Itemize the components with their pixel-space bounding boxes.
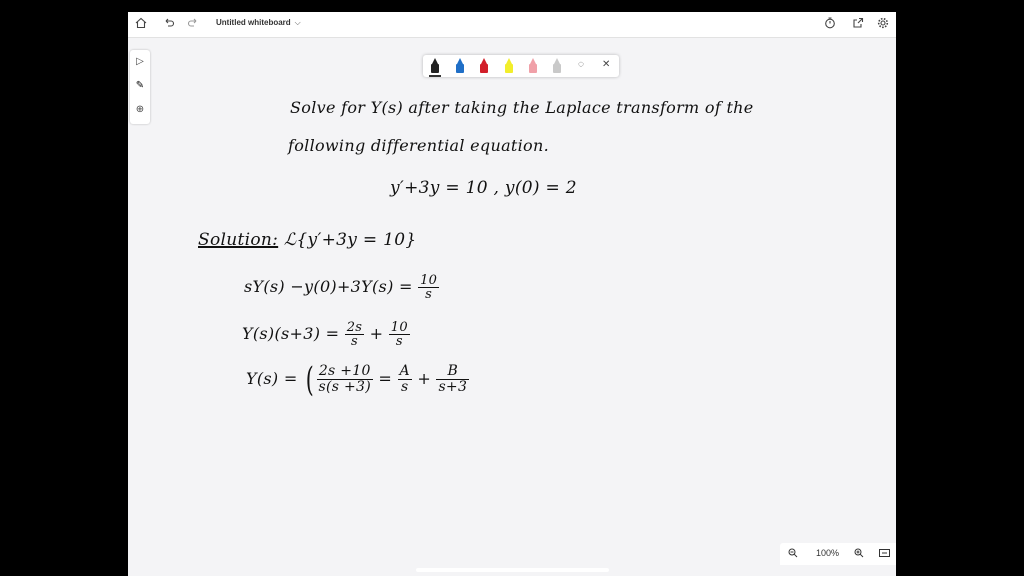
- close-icon[interactable]: ✕: [602, 59, 610, 70]
- pen-icon[interactable]: ✎: [130, 76, 150, 96]
- step-3-B: B: [436, 364, 470, 380]
- step-2-denominator-2: s: [395, 334, 403, 349]
- left-tool-panel: ▷ ✎ ⊕: [130, 50, 150, 124]
- step-2-fraction-2: 10 s: [388, 320, 410, 349]
- share-icon[interactable]: [851, 17, 865, 31]
- step-3-numerator: 2s +10: [316, 364, 374, 380]
- step-2-lhs: Y(s)(s+3) =: [242, 324, 340, 343]
- pink-eraser[interactable]: [529, 58, 537, 73]
- step-3-equals: =: [378, 369, 393, 388]
- zoom-controls: 100%: [780, 543, 896, 565]
- problem-line-2: following differential equation.: [288, 136, 549, 155]
- problem-line-1: Solve for Y(s) after taking the Laplace …: [290, 98, 754, 117]
- gear-icon[interactable]: [876, 17, 890, 31]
- red-pen[interactable]: [480, 58, 488, 73]
- whiteboard-title-text: Untitled whiteboard: [216, 18, 291, 27]
- step-3-plus: +: [417, 369, 432, 388]
- step-1-lhs: sY(s) −y(0)+3Y(s) =: [244, 277, 413, 296]
- whiteboard-title[interactable]: Untitled whiteboard ⌵: [216, 18, 301, 28]
- home-indicator[interactable]: [416, 568, 609, 572]
- ruler[interactable]: [553, 58, 561, 73]
- select-icon[interactable]: ▷: [130, 52, 150, 72]
- given-equation: y′+3y = 10 , y(0) = 2: [390, 178, 577, 198]
- chevron-down-icon[interactable]: ⌵: [295, 18, 301, 27]
- step-2-fraction-1: 2s s: [344, 320, 365, 349]
- step-3-B-denominator: s+3: [438, 379, 468, 395]
- step-1: sY(s) −y(0)+3Y(s) = 10 s: [244, 273, 440, 302]
- step-3-denominator: s(s +3): [318, 379, 372, 395]
- top-toolbar: Untitled whiteboard ⌵: [128, 12, 896, 38]
- step-1-numerator: 10: [418, 273, 440, 288]
- blue-pen[interactable]: [456, 58, 464, 73]
- step-1-denominator: s: [425, 287, 433, 302]
- step-2-numerator-1: 2s: [344, 320, 365, 335]
- step-3-A-denominator: s: [400, 379, 409, 395]
- yellow-highlighter[interactable]: [505, 58, 513, 73]
- open-paren: (: [305, 359, 314, 400]
- lasso-icon[interactable]: ◌: [578, 59, 584, 70]
- zoom-in-icon[interactable]: [854, 548, 864, 560]
- step-2-denominator-1: s: [351, 334, 358, 349]
- step-3-lhs: Y(s) =: [246, 369, 298, 388]
- step-2: Y(s)(s+3) = 2s s + 10 s: [242, 321, 410, 348]
- step-3-fraction-A: A s: [397, 363, 412, 395]
- step-1-fraction: 10 s: [418, 273, 440, 302]
- home-icon[interactable]: [134, 17, 148, 31]
- pen-tray: ◌ ✕: [423, 55, 619, 77]
- solution-line: Solution: ℒ{y′+3y = 10}: [198, 230, 416, 250]
- whiteboard-app: Untitled whiteboard ⌵ ▷ ✎ ⊕ ◌ ✕ Solve fo…: [128, 12, 896, 576]
- zoom-level[interactable]: 100%: [816, 548, 839, 558]
- redo-icon[interactable]: [186, 17, 200, 31]
- undo-icon[interactable]: [162, 17, 176, 31]
- solution-label: Solution:: [198, 230, 279, 250]
- add-icon[interactable]: ⊕: [130, 100, 150, 120]
- fit-to-screen-icon[interactable]: [879, 548, 890, 560]
- step-3: Y(s) = ( 2s +10 s(s +3) = A s + B s+3: [246, 359, 470, 400]
- step-2-numerator-2: 10: [388, 320, 410, 335]
- laplace-expression: ℒ{y′+3y = 10}: [283, 230, 417, 250]
- timer-icon[interactable]: [823, 17, 837, 31]
- black-pen[interactable]: [429, 58, 441, 77]
- step-3-fraction-B: B s+3: [436, 364, 470, 395]
- step-3-fraction: 2s +10 s(s +3): [316, 364, 374, 395]
- zoom-out-icon[interactable]: [788, 548, 798, 560]
- step-3-A: A: [397, 363, 412, 380]
- step-2-plus: +: [369, 324, 384, 343]
